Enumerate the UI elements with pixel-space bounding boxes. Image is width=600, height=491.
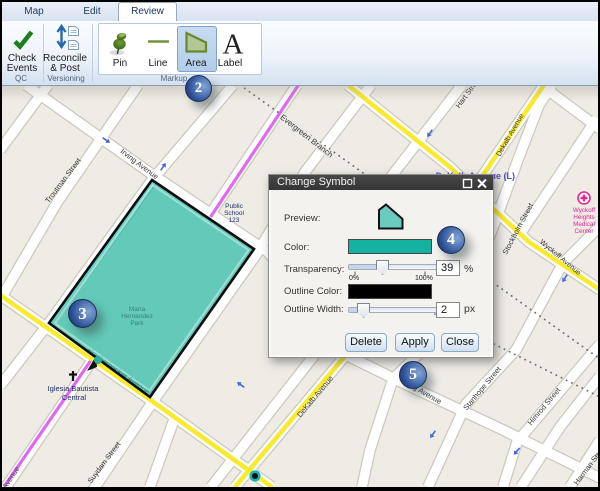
svg-text:School: School: [224, 210, 244, 217]
svg-text:Center: Center: [575, 228, 594, 235]
svg-text:Wyckoff: Wyckoff: [573, 207, 595, 214]
svg-text:Medical: Medical: [573, 221, 595, 228]
svg-text:Central: Central: [62, 393, 87, 402]
svg-text:123: 123: [229, 217, 240, 224]
svg-text:Park: Park: [130, 320, 144, 327]
svg-text:Heights: Heights: [573, 214, 594, 221]
svg-text:Public: Public: [225, 203, 243, 210]
svg-text:A: A: [223, 29, 244, 61]
svg-text:Hernandez: Hernandez: [121, 313, 153, 320]
svg-text:Iglesia Bautista: Iglesia Bautista: [48, 384, 100, 393]
svg-text:Maria: Maria: [129, 306, 146, 313]
